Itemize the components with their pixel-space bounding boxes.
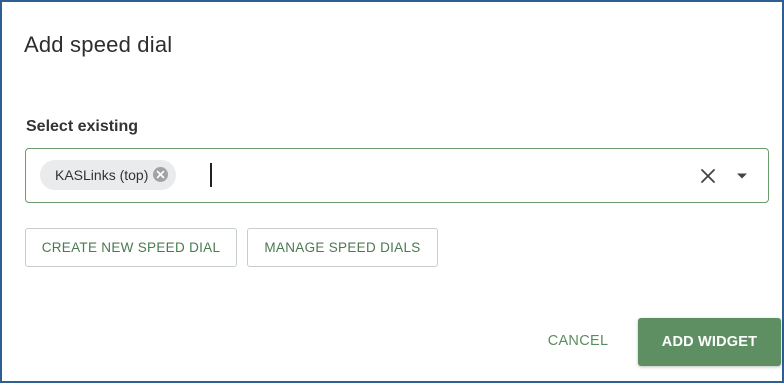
manage-speed-dials-button[interactable]: MANAGE SPEED DIALS: [247, 228, 438, 267]
caret-down-icon[interactable]: [734, 168, 750, 184]
close-icon[interactable]: [698, 166, 718, 186]
add-speed-dial-dialog: Add speed dial Select existing KASLinks …: [0, 0, 784, 383]
select-existing-label: Select existing: [26, 118, 139, 135]
cancel-button[interactable]: CANCEL: [530, 320, 626, 362]
selected-chip: KASLinks (top): [40, 160, 177, 190]
create-new-speed-dial-button[interactable]: CREATE NEW SPEED DIAL: [25, 228, 237, 267]
speed-dial-select[interactable]: KASLinks (top): [25, 148, 769, 203]
text-cursor[interactable]: [210, 163, 212, 187]
chip-label: KASLinks (top): [55, 167, 149, 183]
add-widget-button[interactable]: ADD WIDGET: [638, 318, 781, 366]
circle-x-icon[interactable]: [153, 167, 169, 182]
dialog-title: Add speed dial: [24, 32, 173, 57]
